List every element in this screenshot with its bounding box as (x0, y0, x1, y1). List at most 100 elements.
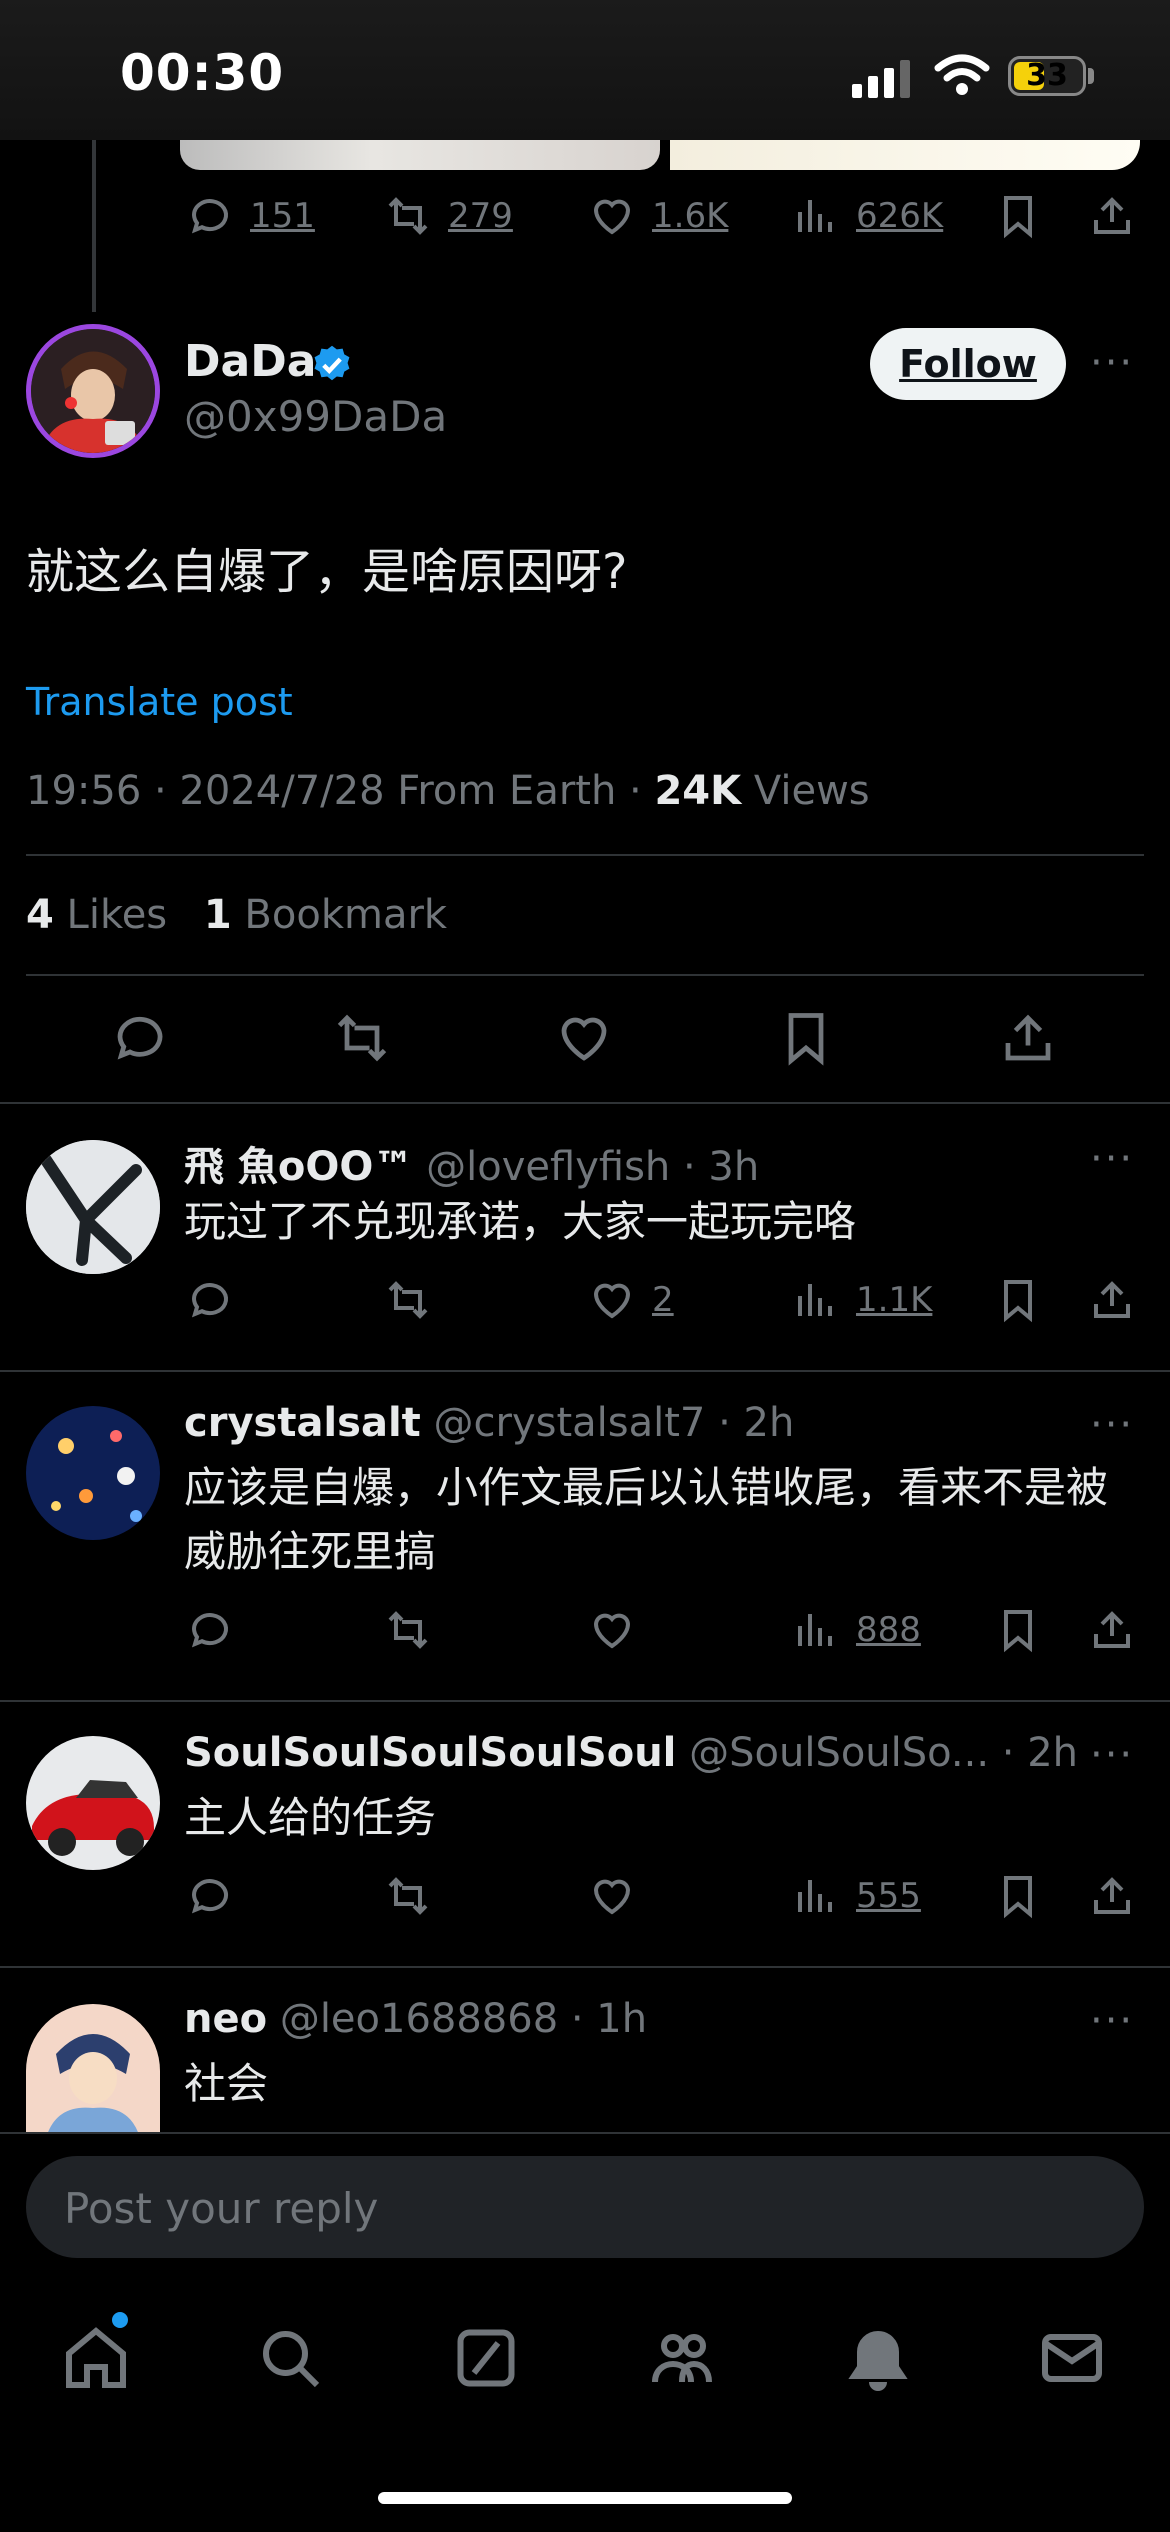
reply-author-handle[interactable]: @crystalsalt7 (434, 1400, 706, 1446)
analytics-icon (798, 1284, 832, 1316)
repost-button[interactable] (332, 1008, 392, 1068)
like-button[interactable] (588, 1606, 636, 1654)
more-options-icon[interactable]: ··· (1090, 1136, 1134, 1182)
reply-author-name[interactable]: crystalsalt (184, 1400, 421, 1446)
home-indicator[interactable] (378, 2492, 792, 2504)
like-button[interactable] (554, 1008, 614, 1068)
tab-messages[interactable] (1036, 2322, 1108, 2394)
reply-icon (191, 1283, 228, 1318)
reply-button[interactable] (186, 1276, 234, 1324)
tab-search[interactable] (254, 2322, 326, 2394)
previous-post-actions: 151 279 1.6K 626K (0, 192, 1170, 252)
avatar[interactable] (26, 324, 160, 458)
bookmark-button[interactable] (994, 192, 1042, 240)
views-button[interactable]: 1.1K (792, 1276, 932, 1324)
likes-stat[interactable]: 4 Likes (26, 892, 167, 938)
divider (0, 2132, 1170, 2134)
author-name[interactable]: DaDa (184, 336, 316, 387)
cellular-signal-icon (852, 58, 916, 98)
reply-header: neo @leo1688868 · 1h (184, 1996, 647, 2042)
heart-icon (593, 1283, 631, 1319)
repost-icon (388, 1281, 428, 1319)
divider (26, 974, 1144, 976)
like-button[interactable]: 2 (588, 1276, 674, 1324)
repost-icon (388, 1877, 428, 1915)
views-button[interactable]: 555 (792, 1872, 921, 1920)
share-button[interactable] (1088, 1872, 1136, 1920)
notification-dot (112, 2312, 128, 2328)
tab-communities[interactable] (646, 2322, 718, 2394)
like-button[interactable]: 1.6K (588, 192, 728, 240)
heart-icon (593, 1613, 631, 1649)
tab-grok[interactable] (450, 2322, 522, 2394)
repost-button[interactable] (384, 1276, 432, 1324)
more-options-icon[interactable]: ··· (1090, 340, 1134, 386)
mail-icon (1042, 2334, 1102, 2382)
share-icon (1094, 1611, 1130, 1648)
reply-author-handle[interactable]: @loveflyfish (426, 1144, 670, 1190)
author-handle[interactable]: @0x99DaDa (184, 392, 447, 441)
reply-input-placeholder: Post your reply (64, 2184, 379, 2233)
engagement-stats: 4 Likes 1 Bookmark (26, 892, 447, 938)
reply-button[interactable] (186, 1872, 234, 1920)
battery-level: 33 (1026, 58, 1068, 93)
bookmarks-stat[interactable]: 1 Bookmark (204, 892, 447, 938)
bookmark-icon (1004, 196, 1032, 239)
reply-author-handle[interactable]: @SoulSoulSo... (689, 1730, 989, 1776)
bookmark-button[interactable] (994, 1872, 1042, 1920)
share-button[interactable] (1088, 1606, 1136, 1654)
reply-author-name[interactable]: SoulSoulSoulSoulSoul (184, 1730, 676, 1776)
reply-actions: 2 1.1K (0, 1276, 1170, 1336)
views-button[interactable]: 626K (792, 192, 943, 240)
reply-icon (191, 1879, 228, 1914)
repost-button[interactable]: 279 (384, 192, 513, 240)
battery-icon: 33 (1008, 56, 1086, 96)
tab-home[interactable] (60, 2322, 132, 2394)
views-button[interactable]: 888 (792, 1606, 921, 1654)
home-icon (66, 2327, 126, 2388)
reply-button[interactable] (110, 1008, 170, 1068)
share-icon (1094, 1877, 1130, 1914)
reply-author-name[interactable]: neo (184, 1996, 267, 2042)
follow-button[interactable]: Follow (870, 328, 1066, 400)
more-options-icon[interactable]: ··· (1090, 1998, 1134, 2044)
heart-icon (561, 1017, 607, 1061)
reply-actions: 888 (0, 1606, 1170, 1666)
share-button[interactable] (1088, 192, 1136, 240)
analytics-icon (798, 1880, 832, 1912)
repost-icon (388, 1611, 428, 1649)
heart-icon (593, 1879, 631, 1915)
divider (0, 1700, 1170, 1702)
reply-button[interactable] (186, 1606, 234, 1654)
avatar[interactable] (26, 2004, 160, 2132)
reply-time: · 2h (1001, 1730, 1079, 1776)
reply-author-name[interactable]: 飛 魚oOO™ (184, 1144, 413, 1190)
reply-time: · 2h (718, 1400, 795, 1446)
bookmark-button[interactable] (994, 1606, 1042, 1654)
reply-time: · 1h (570, 1996, 648, 2042)
share-button[interactable] (1088, 1276, 1136, 1324)
bookmark-button[interactable] (776, 1008, 836, 1068)
like-button[interactable] (588, 1872, 636, 1920)
more-options-icon[interactable]: ··· (1090, 1402, 1134, 1448)
reply-time: · 3h (682, 1144, 760, 1190)
repost-button[interactable] (384, 1606, 432, 1654)
repost-button[interactable] (384, 1872, 432, 1920)
bookmark-button[interactable] (994, 1276, 1042, 1324)
reply-header: 飛 魚oOO™ @loveflyfish · 3h (184, 1134, 759, 1192)
share-button[interactable] (998, 1008, 1058, 1068)
reply-icon (191, 199, 228, 234)
reply-button[interactable]: 151 (186, 192, 315, 240)
analytics-icon (798, 1614, 832, 1646)
repost-icon (388, 197, 428, 235)
reply-text: 玩过了不兑现承诺，大家一起玩完咯 (184, 1197, 857, 1246)
more-options-icon[interactable]: ··· (1090, 1732, 1134, 1778)
avatar[interactable] (26, 1140, 160, 1274)
reply-author-handle[interactable]: @leo1688868 (280, 1996, 558, 2042)
tab-notifications[interactable] (842, 2322, 914, 2394)
reply-text: 应该是自爆，小作文最后以认错收尾，看来不是被威胁往死里搞 (184, 1463, 1109, 1576)
translate-post-link[interactable]: Translate post (26, 680, 293, 724)
avatar[interactable] (26, 1406, 160, 1540)
bookmark-icon (788, 1013, 824, 1066)
avatar[interactable] (26, 1736, 160, 1870)
